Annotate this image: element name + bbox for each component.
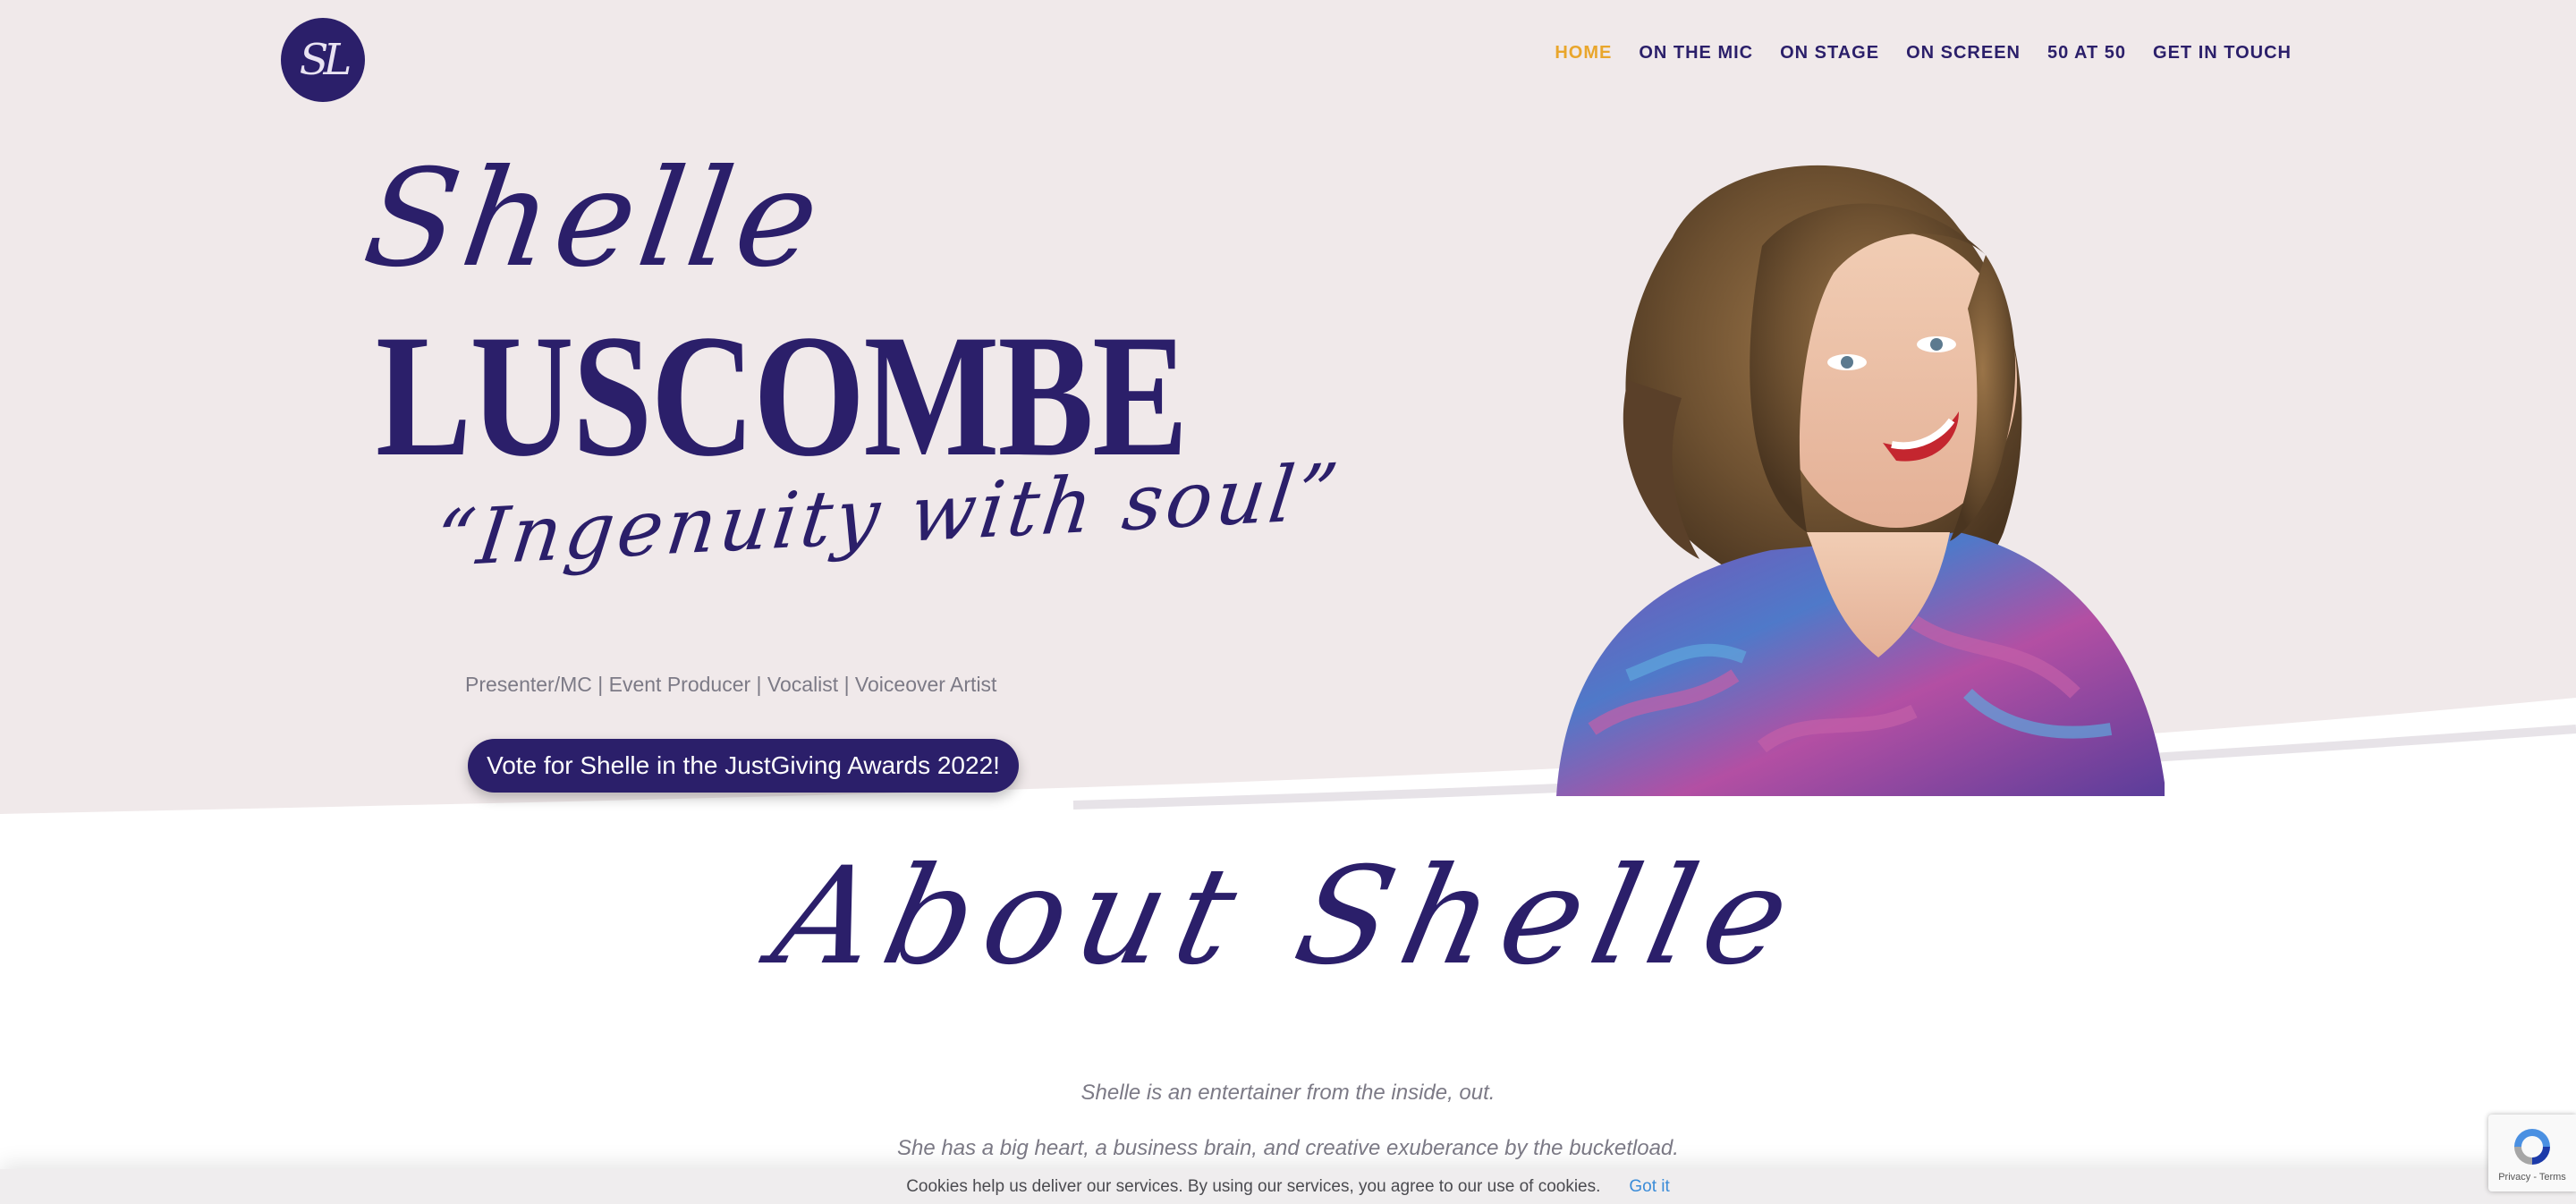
cookie-message: Cookies help us deliver our services. By… bbox=[906, 1176, 1601, 1196]
hero-roles: Presenter/MC | Event Producer | Vocalist… bbox=[465, 673, 997, 696]
about-text-line-2: She has a big heart, a business brain, a… bbox=[897, 1136, 1679, 1160]
nav-on-the-mic[interactable]: ON THE MIC bbox=[1639, 43, 1753, 64]
hero-first-name: Shelle bbox=[355, 141, 834, 297]
cookie-accept-link[interactable]: Got it bbox=[1629, 1177, 1669, 1197]
vote-button[interactable]: Vote for Shelle in the JustGiving Awards… bbox=[468, 739, 1019, 793]
about-title: About Shelle bbox=[761, 839, 1815, 995]
recaptcha-icon bbox=[2514, 1129, 2550, 1165]
logo[interactable]: SL bbox=[281, 18, 365, 102]
nav-get-in-touch[interactable]: GET IN TOUCH bbox=[2153, 43, 2292, 64]
logo-monogram: SL bbox=[299, 35, 352, 85]
hero-wave-divider bbox=[0, 698, 2576, 841]
nav-on-screen[interactable]: ON SCREEN bbox=[1906, 43, 2021, 64]
nav-50-at-50[interactable]: 50 AT 50 bbox=[2047, 43, 2126, 64]
nav-on-stage[interactable]: ON STAGE bbox=[1780, 43, 1879, 64]
recaptcha-badge[interactable]: Privacy - Terms bbox=[2488, 1115, 2576, 1191]
cookie-bar: Cookies help us deliver our services. By… bbox=[0, 1169, 2576, 1204]
about-text-line-1: Shelle is an entertainer from the inside… bbox=[1080, 1081, 1496, 1105]
portrait-photo bbox=[1556, 165, 2165, 796]
nav-home[interactable]: HOME bbox=[1555, 43, 1612, 64]
page: SL HOME ON THE MIC ON STAGE ON SCREEN 50… bbox=[0, 0, 2576, 1204]
main-nav: HOME ON THE MIC ON STAGE ON SCREEN 50 AT… bbox=[1555, 43, 2292, 64]
hero-last-name: LUSCOMBE bbox=[376, 299, 1188, 493]
recaptcha-legal[interactable]: Privacy - Terms bbox=[2498, 1172, 2566, 1183]
